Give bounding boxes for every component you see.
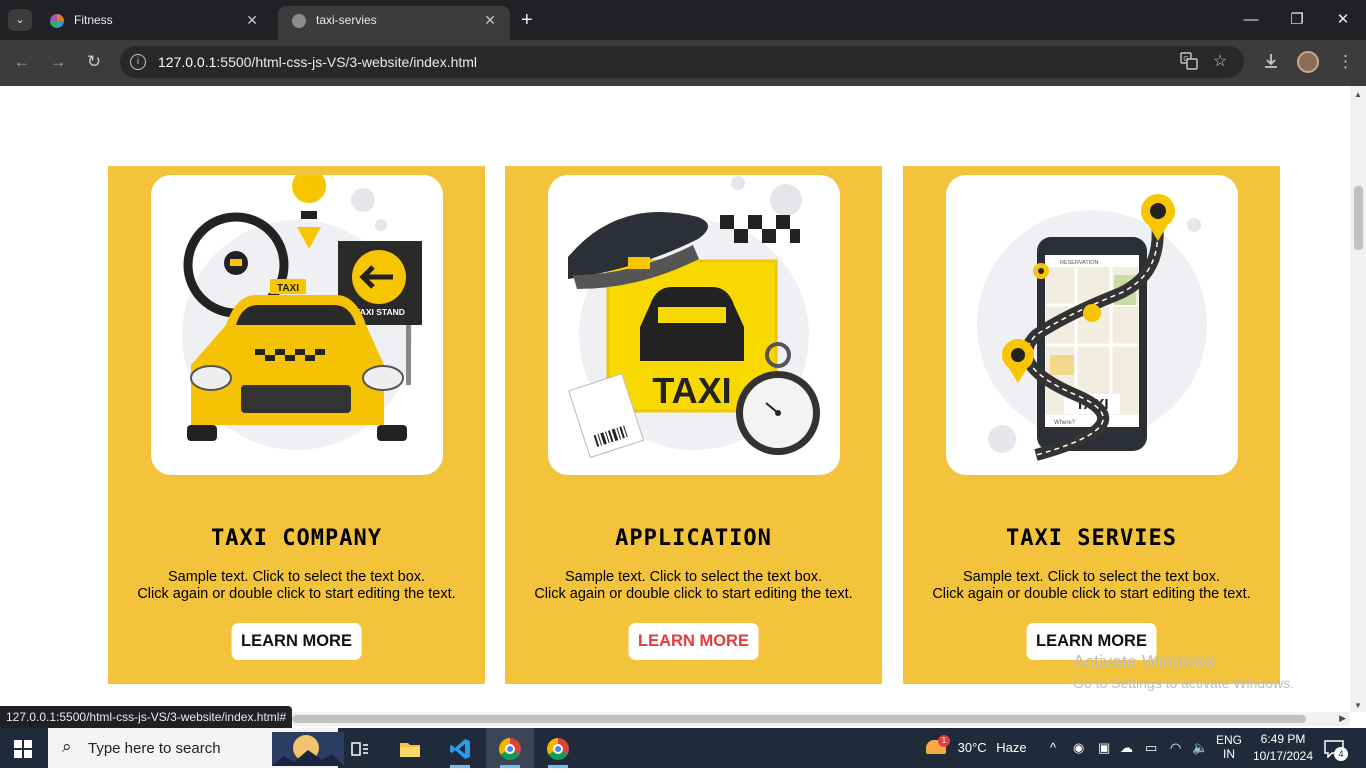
taxi-stand-sign-label: TAXI STAND xyxy=(355,307,405,317)
windows-start-icon[interactable] xyxy=(14,740,32,758)
service-card-application: TAXI APPLICATION Sample text. Click to s… xyxy=(505,166,882,684)
tab-close-icon[interactable]: ✕ xyxy=(484,6,496,34)
activate-windows-watermark: Activate Windows Go to Settings to activ… xyxy=(1073,652,1294,691)
service-card-taxi-company: TAXI STAND TAXI TAXI COMPANY Sample text… xyxy=(108,166,485,684)
horizontal-scroll-thumb[interactable] xyxy=(292,715,1306,723)
onedrive-cloud-icon[interactable]: ☁ xyxy=(1120,728,1133,768)
tab-taxi-servies[interactable]: taxi-servies ✕ xyxy=(278,6,510,40)
show-hidden-icons-chevron-icon[interactable]: ^ xyxy=(1050,728,1056,768)
clock[interactable]: 6:49 PM 10/17/2024 xyxy=(1250,731,1316,771)
tab-fitness[interactable]: Fitness ✕ xyxy=(36,6,272,40)
browser-toolbar: ← → ↻ i 127.0.0.1:5500/html-css-js-VS/3-… xyxy=(0,40,1366,86)
new-tab-button[interactable]: + xyxy=(521,8,533,32)
vertical-scrollbar[interactable]: ▲ ▼ xyxy=(1350,86,1366,712)
file-explorer-icon[interactable] xyxy=(386,728,434,768)
restore-icon[interactable]: ❐ xyxy=(1274,0,1320,40)
taxi-sign-label: TAXI xyxy=(652,370,731,411)
search-highlight-moon-icon xyxy=(272,732,344,766)
taxi-car-illustration: TAXI STAND TAXI xyxy=(151,175,443,475)
scroll-right-icon[interactable]: ▶ xyxy=(1339,713,1346,724)
phone-where-label: Where? xyxy=(1054,420,1076,426)
card-description: Sample text. Click to select the text bo… xyxy=(137,569,456,602)
wifi-icon[interactable]: ◠ xyxy=(1170,728,1181,768)
vertical-scroll-thumb[interactable] xyxy=(1354,186,1363,250)
taxi-map-phone-illustration: RESERVATION TAXI Where? xyxy=(946,175,1238,475)
taxi-roof-label: TAXI xyxy=(277,283,299,294)
scroll-down-icon[interactable]: ▼ xyxy=(1354,701,1362,710)
svg-text:G: G xyxy=(1183,55,1188,63)
card-description: Sample text. Click to select the text bo… xyxy=(932,569,1251,602)
url-text[interactable]: 127.0.0.1:5500/html-css-js-VS/3-website/… xyxy=(158,54,477,70)
address-bar[interactable]: i 127.0.0.1:5500/html-css-js-VS/3-websit… xyxy=(120,46,1244,78)
search-placeholder: Type here to search xyxy=(88,740,221,757)
task-view-icon[interactable] xyxy=(336,728,384,768)
meet-now-icon[interactable]: ▣ xyxy=(1098,728,1110,768)
vscode-icon[interactable] xyxy=(436,728,484,768)
translate-icon[interactable]: G xyxy=(1180,52,1198,75)
weather-widget[interactable]: 1 30°C Haze xyxy=(926,728,1027,768)
card-heading: APPLICATION xyxy=(615,526,772,551)
input-language-indicator[interactable]: ENG IN xyxy=(1216,733,1242,773)
learn-more-button[interactable]: LEARN MORE xyxy=(231,623,362,660)
notification-count-badge: 4 xyxy=(1334,747,1348,761)
scroll-up-icon[interactable]: ▲ xyxy=(1354,90,1362,99)
weather-badge: 1 xyxy=(938,735,950,747)
windows-taskbar: ⌕ Type here to search 1 30°C Haze ^ ◉ ▣ … xyxy=(0,728,1366,768)
learn-more-button[interactable]: LEARN MORE xyxy=(628,623,759,660)
card-description: Sample text. Click to select the text bo… xyxy=(534,569,853,602)
phone-reservation-label: RESERVATION xyxy=(1060,260,1099,266)
fitness-favicon-icon xyxy=(50,14,64,28)
tab-close-icon[interactable]: ✕ xyxy=(246,6,258,34)
menu-kebab-icon[interactable]: ⋮ xyxy=(1337,52,1354,72)
minimize-icon[interactable]: — xyxy=(1228,0,1274,40)
bookmark-star-icon[interactable]: ☆ xyxy=(1213,51,1227,71)
forward-icon[interactable]: → xyxy=(47,52,69,72)
taskbar-search-box[interactable]: ⌕ Type here to search xyxy=(48,728,344,768)
link-status-bubble: 127.0.0.1:5500/html-css-js-VS/3-website/… xyxy=(0,706,293,728)
reload-icon[interactable]: ↻ xyxy=(83,52,105,72)
site-info-icon[interactable]: i xyxy=(130,54,146,70)
tab-title: taxi-servies xyxy=(316,13,377,27)
weather-temp: 30°C xyxy=(957,740,987,755)
weather-desc: Haze xyxy=(996,740,1027,755)
close-window-icon[interactable]: ✕ xyxy=(1320,0,1366,40)
chrome-taskbar-icon-2[interactable] xyxy=(534,728,582,768)
service-card-taxi-servies: RESERVATION TAXI Where? TAXI SERVIES Sam… xyxy=(903,166,1280,684)
chrome-taskbar-icon[interactable] xyxy=(486,728,534,768)
page-viewport: TAXI STAND TAXI TAXI COMPANY Sample text… xyxy=(0,86,1350,712)
back-icon[interactable]: ← xyxy=(11,52,33,72)
download-icon[interactable] xyxy=(1262,52,1280,75)
volume-icon[interactable]: 🔈 xyxy=(1192,728,1208,768)
record-icon[interactable]: ◉ xyxy=(1073,728,1084,768)
taxi-application-illustration: TAXI xyxy=(548,175,840,475)
notification-center-icon[interactable]: 4 xyxy=(1324,728,1348,768)
profile-avatar[interactable] xyxy=(1297,51,1319,73)
tab-search-button[interactable]: ⌄ xyxy=(8,9,32,31)
battery-icon[interactable]: ▭ xyxy=(1145,728,1157,768)
globe-favicon-icon xyxy=(292,14,306,28)
tab-title: Fitness xyxy=(74,13,113,27)
search-icon: ⌕ xyxy=(62,737,72,756)
card-heading: TAXI SERVIES xyxy=(1006,526,1177,551)
browser-tab-bar: ⌄ Fitness ✕ taxi-servies ✕ + — ❐ ✕ xyxy=(0,0,1366,40)
card-heading: TAXI COMPANY xyxy=(211,526,382,551)
